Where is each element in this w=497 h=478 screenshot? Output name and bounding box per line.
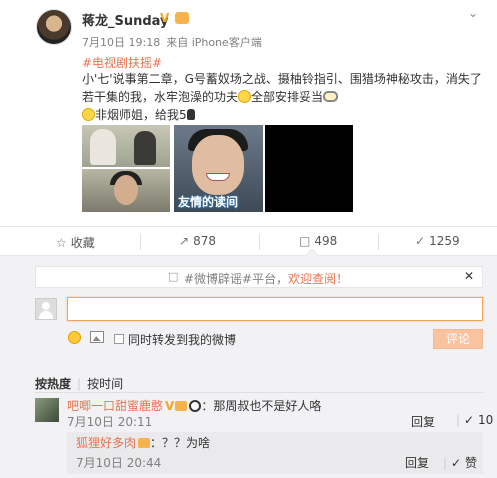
rumor-notice: □ #微博辟谣#平台，欢迎查阅！ ✕ <box>35 266 483 288</box>
topic-hashtag[interactable]: #电视剧扶摇# <box>82 54 162 71</box>
post-image-2[interactable] <box>82 169 170 212</box>
close-icon[interactable]: ✕ <box>464 269 474 283</box>
post-image-4[interactable] <box>265 125 353 212</box>
level-badge-icon <box>175 401 188 411</box>
author-name[interactable]: 蒋龙_Sunday <box>82 10 169 29</box>
post-image-1[interactable] <box>82 125 170 167</box>
comment-text: ：那周叔也不是好人咯 <box>201 399 322 413</box>
post-action-bar: ☆ 收藏 ↗ 878 □ 498 ✓ 1259 <box>0 226 497 256</box>
comment-header: 吧唧一口甜蜜鹿憨 V ：那周叔也不是好人咯 <box>67 397 321 414</box>
divider <box>378 234 379 250</box>
post-text-line2: 非烟师姐，给我5 <box>82 106 195 123</box>
sort-tabs: 按热度 | 按时间 <box>35 377 124 391</box>
sub-comment-header: 狐狸好多肉 ：？？为啥 <box>76 434 210 451</box>
thumbs-up-icon: ✓ <box>464 413 475 427</box>
sub-comment-time: 7月10日 20:44 <box>76 456 162 470</box>
comment-like-button[interactable]: | ✓ 10 <box>452 413 493 427</box>
star-icon: ☆ <box>56 236 67 250</box>
comment-like-count: 10 <box>477 413 494 427</box>
weibo-post: 蒋龙_Sunday V ⌄ 7月10日 19:18 来自 iPhone客户端 #电… <box>0 0 497 226</box>
thumbs-up-icon: ✓ <box>451 456 462 470</box>
post-text-end: 全部安排妥当 <box>251 90 324 104</box>
divider <box>259 234 260 250</box>
image-upload-icon[interactable] <box>90 331 104 343</box>
emoji-picker-icon[interactable] <box>68 331 81 344</box>
sub-commenter-name[interactable]: 狐狸好多肉 <box>76 436 136 450</box>
verified-badge-icon: V <box>165 399 175 413</box>
level-badge-icon <box>175 12 189 24</box>
repost-checkbox[interactable] <box>114 334 124 344</box>
thumbs-up-icon: ✓ <box>415 234 426 248</box>
panda-emoji-icon <box>189 400 202 412</box>
notice-text[interactable]: #微博辟谣#平台，欢迎查阅！ <box>184 270 348 287</box>
chevron-down-icon[interactable]: ⌄ <box>468 6 478 20</box>
submit-comment-button[interactable]: 评论 <box>433 329 483 349</box>
like-button[interactable]: ✓ 1259 <box>415 234 460 248</box>
level-badge-icon <box>138 438 151 448</box>
favorite-button[interactable]: ☆ 收藏 <box>56 234 95 251</box>
hand-emoji-icon <box>186 109 195 120</box>
post-line2-text: 非烟师姐，给我5 <box>95 108 187 122</box>
comment-icon: □ <box>299 234 311 248</box>
sub-comment: 狐狸好多肉 ：？？为啥 7月10日 20:44 回复 | ✓ 赞 <box>67 432 483 474</box>
comment-time: 7月10日 20:11 <box>67 415 153 429</box>
post-meta: 7月10日 19:18 来自 iPhone客户端 <box>82 34 262 50</box>
post-date[interactable]: 7月10日 19:18 <box>82 36 160 49</box>
commenter-name[interactable]: 吧唧一口甜蜜鹿憨 <box>67 399 163 413</box>
reply-button[interactable]: 回复 <box>411 413 435 430</box>
sub-comment-text: ：？？为啥 <box>150 436 211 450</box>
comment-panel: □ #微博辟谣#平台，欢迎查阅！ ✕ 同时转发到我的微博 评论 按热度 | 按时间 … <box>0 256 497 478</box>
repost-button[interactable]: ↗ 878 <box>179 234 216 248</box>
comment-input[interactable] <box>67 297 483 321</box>
glasses-emoji-icon <box>323 91 339 102</box>
post-source: 来自 iPhone客户端 <box>166 36 262 49</box>
comment-button[interactable]: □ 498 <box>299 234 337 248</box>
image-caption: 友情的读间 <box>178 195 239 209</box>
verified-badge-icon: V <box>160 11 170 25</box>
divider <box>35 392 483 393</box>
smile-emoji-icon <box>238 90 252 103</box>
divider <box>140 234 141 250</box>
smile-emoji-icon <box>82 108 95 121</box>
repost-icon: ↗ <box>179 234 190 248</box>
tab-sort-time[interactable]: 按时间 <box>87 377 123 391</box>
post-text: 小'七'说事第二章，G号蓄奴场之战、摄柚铃指引、围猎场神秘攻击，消失了若干集的我… <box>82 70 482 106</box>
post-image-3[interactable]: 友情的读间 <box>174 125 263 212</box>
sub-like-button[interactable]: | ✓ 赞 <box>439 454 477 471</box>
speaker-icon: □ <box>168 270 179 283</box>
author-avatar[interactable] <box>36 9 72 45</box>
repost-checkbox-label[interactable]: 同时转发到我的微博 <box>128 331 236 348</box>
my-avatar <box>35 298 57 320</box>
sub-reply-button[interactable]: 回复 <box>405 454 429 471</box>
tab-sort-hot[interactable]: 按热度 <box>35 377 71 391</box>
commenter-avatar[interactable] <box>35 398 59 422</box>
